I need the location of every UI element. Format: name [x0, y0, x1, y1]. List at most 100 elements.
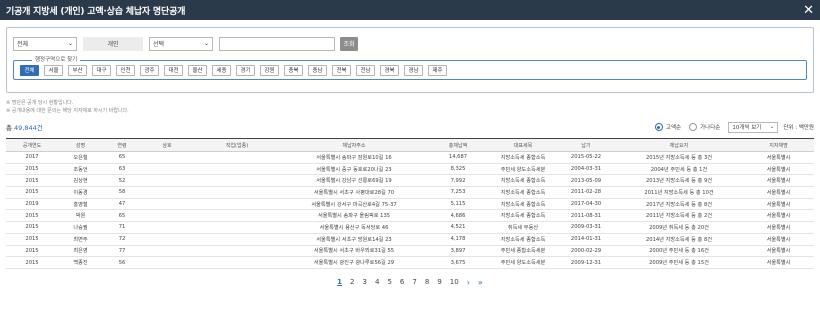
table-cell: 홍영철: [58, 198, 103, 211]
region-button[interactable]: 서울: [44, 64, 63, 76]
table-cell: [141, 233, 193, 246]
result-summary: 총 49,844건 고액순 가나다순 10개씩 보기 ⌄ 단위 : 백만원: [6, 120, 814, 134]
region-button[interactable]: 충북: [284, 64, 303, 76]
region-button[interactable]: 경북: [380, 64, 399, 76]
last-page-icon[interactable]: »: [478, 278, 483, 287]
region-filter-legend: 행정구역으로 찾기: [32, 56, 81, 65]
search-input[interactable]: [219, 36, 335, 51]
table-cell: 14,687: [427, 151, 489, 164]
table-cell: 서울특별시 서초구 바우뫼로31길 55: [281, 245, 427, 258]
region-button[interactable]: 경남: [404, 64, 423, 76]
table-cell: 지방소득세 종합소득: [489, 186, 557, 199]
table-cell: 지방소득세 종합소득: [489, 174, 557, 188]
table-cell: 나승필: [58, 221, 103, 234]
table-cell: [193, 151, 281, 164]
option-select[interactable]: 선택 ⌄: [149, 36, 213, 51]
table-cell: [193, 198, 281, 211]
sort-asc-label: 가나다순: [700, 125, 721, 131]
page-link[interactable]: 10: [450, 278, 459, 286]
region-button[interactable]: 충남: [308, 64, 327, 76]
region-button[interactable]: 세종: [212, 64, 231, 76]
table-row[interactable]: 2015 최면주 72 서울특별시 서초구 방원로14길 23 4,178 지방소득세 종…: [6, 233, 814, 246]
table-cell: 지방소득세 종합소득: [489, 209, 557, 223]
table-cell: 56: [103, 256, 141, 269]
window-title: 기공개 지방세 (개인) 고액·상습 체납자 명단공개: [6, 6, 186, 17]
table-cell: 지방소득세 종합소득: [489, 198, 557, 211]
unit-label: 단위 : 백만원: [783, 125, 814, 131]
page-link[interactable]: 9: [437, 278, 441, 286]
table-row[interactable]: 2019 홍영철 47 서울특별시 강서구 마곡산로4길 75-37 5,115 지방소득…: [6, 198, 814, 211]
region-button[interactable]: 울산: [188, 64, 207, 76]
region-button[interactable]: 강원: [260, 64, 279, 76]
total-count-value: 49,844건: [14, 124, 43, 132]
close-icon[interactable]: ✕: [803, 4, 814, 17]
sort-desc-label: 고액순: [665, 125, 682, 131]
table-cell: 서울특별시: [743, 245, 814, 258]
page-link[interactable]: 1: [337, 278, 342, 286]
table-cell: 47: [103, 198, 141, 211]
region-button[interactable]: 대구: [92, 64, 111, 76]
table-cell: 2014년 지방소득세 등 총 8건: [615, 233, 743, 246]
sort-asc-radio[interactable]: [689, 123, 698, 131]
region-button[interactable]: 부산: [68, 64, 87, 76]
table-cell: 서울특별시: [743, 256, 814, 269]
page-link[interactable]: 7: [412, 278, 416, 286]
page-link[interactable]: 6: [400, 278, 404, 286]
table-row[interactable]: 2015 조동언 63 서울특별시 중구 동호로20나길 23 8,325 주민세 양도소…: [6, 163, 814, 176]
table-cell: 2015: [6, 174, 58, 188]
category-select[interactable]: 전체 ⌄: [13, 36, 77, 51]
next-page-icon[interactable]: ›: [467, 278, 470, 287]
sort-desc-radio[interactable]: [654, 123, 663, 131]
table-cell: 2015: [6, 245, 58, 258]
table-row[interactable]: 2015 최은영 77 서울특별시 서초구 바우뫼로31길 55 3,897 주민세 종합…: [6, 245, 814, 258]
region-button[interactable]: 경기: [236, 64, 255, 76]
chevron-down-icon: ⌄: [769, 124, 775, 130]
region-button[interactable]: 제주: [428, 64, 447, 76]
table-row[interactable]: 2015 이동경 58 서울특별시 서초구 사평대로28길 70 7,253 지방소득세 …: [6, 186, 814, 199]
page-link[interactable]: 2: [350, 278, 354, 286]
table-cell: 4,686: [427, 209, 489, 223]
region-button[interactable]: 전체: [20, 64, 39, 76]
column-header: 납기: [581, 142, 591, 149]
region-button[interactable]: 전남: [356, 64, 375, 76]
table-cell: [141, 151, 193, 164]
column-header: 공개연도: [22, 142, 42, 149]
table-cell: 3,897: [427, 245, 489, 258]
table-cell: 최면주: [58, 233, 103, 246]
region-button[interactable]: 인천: [116, 64, 135, 76]
table-cell: 주민세 양도소득세분: [489, 256, 557, 269]
main-content: 전체 ⌄ 개인 선택 ⌄ 조회 행정구역으로 찾기 전체 서울 부산 대구 인천…: [0, 20, 820, 287]
table-row[interactable]: 2015 나승필 71 서울특별시 용산구 독서당로 46 4,521 취득세 부동산 20…: [6, 221, 814, 234]
search-button[interactable]: 조회: [340, 36, 358, 51]
table-header: 공개연도 성명 연령 상호 직업(업종) 체납자주소 총체납액 대표세목 납기 …: [6, 138, 814, 152]
table-cell: 7,992: [427, 174, 489, 188]
table-cell: [193, 174, 281, 188]
filter-row: 전체 ⌄ 개인 선택 ⌄ 조회: [13, 36, 807, 51]
notice-line: ※ 명단은 공개 당시 현황입니다.: [6, 100, 74, 106]
page-link[interactable]: 5: [387, 278, 391, 286]
page-size-select[interactable]: 10개씩 보기 ⌄: [728, 121, 779, 133]
table-cell: 77: [103, 245, 141, 258]
page-link[interactable]: 8: [425, 278, 429, 286]
column-header: 직업(업종): [225, 142, 249, 149]
table-cell: 2000-02-29: [557, 245, 615, 258]
region-button[interactable]: 광주: [140, 64, 159, 76]
page-size-value: 10개씩 보기: [732, 125, 762, 131]
table-cell: 5,115: [427, 198, 489, 211]
table-cell: 2017년 지방소득세 등 총 8건: [615, 198, 743, 211]
table-cell: 2015: [6, 233, 58, 246]
table-cell: 2011-02-28: [557, 186, 615, 199]
table-row[interactable]: 2015 박원 65 서울특별시 송파구 올림픽로 135 4,686 지방소득세 종합소…: [6, 209, 814, 223]
table-header-row: 공개연도 성명 연령 상호 직업(업종) 체납자주소 총체납액 대표세목 납기 …: [6, 138, 814, 152]
table-cell: 2013년 지방소득세 등 총 9건: [615, 174, 743, 188]
table-cell: [193, 233, 281, 246]
region-button[interactable]: 대전: [164, 64, 183, 76]
page-link[interactable]: 4: [375, 278, 379, 286]
page-link[interactable]: 3: [363, 278, 367, 286]
region-button[interactable]: 전북: [332, 64, 351, 76]
table-row[interactable]: 2017 오은철 65 서울특별시 송파구 잠원로10길 16 14,687 지방소득세 …: [6, 151, 814, 164]
table-cell: 65: [103, 151, 141, 164]
pagination: 1 2 3 4 5 6 7 8 9 10 › »: [6, 278, 814, 287]
table-row[interactable]: 2015 김상현 52 서울특별시 강남구 선릉로69길 19 7,992 지방소득세 종…: [6, 174, 814, 188]
table-row[interactable]: 2015 백종진 56 서울특별시 광진구 광나루로56길 29 3,675 주민세 양도…: [6, 256, 814, 269]
